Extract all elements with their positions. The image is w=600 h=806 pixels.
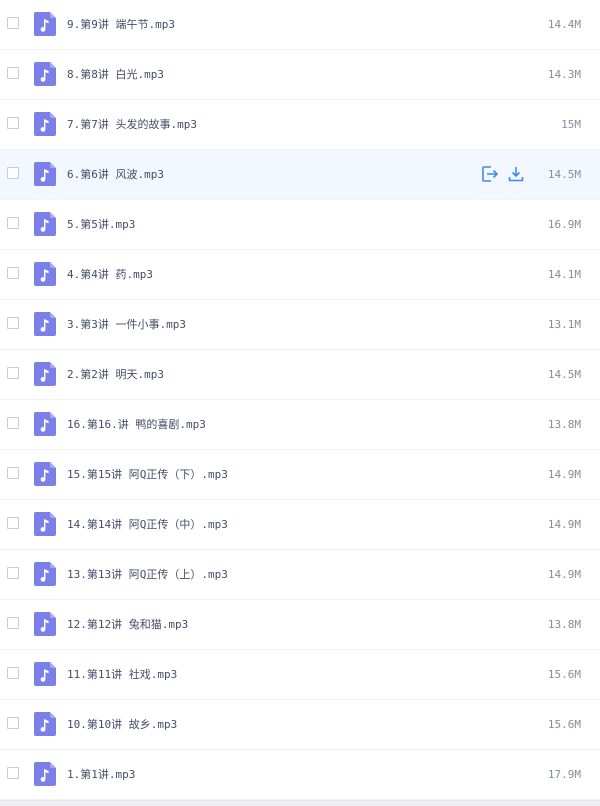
file-row[interactable]: 15.第15讲 阿Q正传（下）.mp3 14.9M	[0, 450, 600, 500]
row-checkbox[interactable]	[7, 117, 19, 129]
file-list: 9.第9讲 端午节.mp3 14.4M 8.第8讲 白光.mp3 14.3M 7.第7讲…	[0, 0, 600, 800]
file-size: 14.9M	[547, 568, 581, 581]
file-name[interactable]: 3.第3讲 一件小事.mp3	[67, 300, 186, 349]
file-row[interactable]: 5.第5讲.mp3 16.9M	[0, 200, 600, 250]
file-size: 13.1M	[547, 318, 581, 331]
music-file-icon	[34, 162, 56, 186]
file-row[interactable]: 8.第8讲 白光.mp3 14.3M	[0, 50, 600, 100]
music-file-icon	[34, 562, 56, 586]
file-size: 15M	[561, 118, 581, 131]
file-name[interactable]: 12.第12讲 兔和猫.mp3	[67, 600, 188, 649]
file-size: 14.4M	[547, 18, 581, 31]
file-name[interactable]: 8.第8讲 白光.mp3	[67, 50, 164, 99]
file-name[interactable]: 11.第11讲 社戏.mp3	[67, 650, 177, 699]
music-file-icon	[34, 662, 56, 686]
file-row[interactable]: 9.第9讲 端午节.mp3 14.4M	[0, 0, 600, 50]
file-name[interactable]: 10.第10讲 故乡.mp3	[67, 700, 177, 749]
row-checkbox[interactable]	[7, 367, 19, 379]
file-size: 14.1M	[547, 268, 581, 281]
file-name[interactable]: 6.第6讲 风波.mp3	[67, 150, 164, 199]
music-file-icon	[34, 312, 56, 336]
file-name[interactable]: 9.第9讲 端午节.mp3	[67, 0, 175, 49]
music-file-icon	[34, 462, 56, 486]
row-checkbox[interactable]	[7, 217, 19, 229]
row-checkbox[interactable]	[7, 767, 19, 779]
bottom-scroll-bar[interactable]	[0, 800, 600, 806]
file-name[interactable]: 2.第2讲 明天.mp3	[67, 350, 164, 399]
row-checkbox[interactable]	[7, 167, 19, 179]
file-size: 14.9M	[547, 518, 581, 531]
music-file-icon	[34, 212, 56, 236]
file-name[interactable]: 15.第15讲 阿Q正传（下）.mp3	[67, 450, 228, 499]
music-file-icon	[34, 512, 56, 536]
row-checkbox[interactable]	[7, 267, 19, 279]
share-icon[interactable]	[481, 165, 499, 183]
file-row[interactable]: 1.第1讲.mp3 17.9M	[0, 750, 600, 800]
file-size: 17.9M	[547, 768, 581, 781]
file-row[interactable]: 7.第7讲 头发的故事.mp3 15M	[0, 100, 600, 150]
music-file-icon	[34, 62, 56, 86]
file-name[interactable]: 16.第16.讲 鸭的喜剧.mp3	[67, 400, 206, 449]
row-checkbox[interactable]	[7, 417, 19, 429]
file-size: 13.8M	[547, 618, 581, 631]
file-size: 14.3M	[547, 68, 581, 81]
file-size: 15.6M	[547, 718, 581, 731]
music-file-icon	[34, 612, 56, 636]
row-checkbox[interactable]	[7, 67, 19, 79]
file-row[interactable]: 11.第11讲 社戏.mp3 15.6M	[0, 650, 600, 700]
file-name[interactable]: 13.第13讲 阿Q正传（上）.mp3	[67, 550, 228, 599]
file-name[interactable]: 7.第7讲 头发的故事.mp3	[67, 100, 197, 149]
file-row[interactable]: 6.第6讲 风波.mp3 14.5M	[0, 150, 600, 200]
file-row[interactable]: 2.第2讲 明天.mp3 14.5M	[0, 350, 600, 400]
music-file-icon	[34, 712, 56, 736]
file-row[interactable]: 4.第4讲 药.mp3 14.1M	[0, 250, 600, 300]
file-row[interactable]: 16.第16.讲 鸭的喜剧.mp3 13.8M	[0, 400, 600, 450]
row-checkbox[interactable]	[7, 667, 19, 679]
music-file-icon	[34, 762, 56, 786]
file-size: 16.9M	[547, 218, 581, 231]
file-name[interactable]: 14.第14讲 阿Q正传（中）.mp3	[67, 500, 228, 549]
file-size: 15.6M	[547, 668, 581, 681]
music-file-icon	[34, 262, 56, 286]
music-file-icon	[34, 362, 56, 386]
row-checkbox[interactable]	[7, 517, 19, 529]
row-checkbox[interactable]	[7, 317, 19, 329]
music-file-icon	[34, 12, 56, 36]
file-name[interactable]: 5.第5讲.mp3	[67, 200, 135, 249]
file-size: 14.5M	[547, 368, 581, 381]
file-name[interactable]: 4.第4讲 药.mp3	[67, 250, 153, 299]
row-checkbox[interactable]	[7, 617, 19, 629]
file-row[interactable]: 3.第3讲 一件小事.mp3 13.1M	[0, 300, 600, 350]
file-row[interactable]: 12.第12讲 兔和猫.mp3 13.8M	[0, 600, 600, 650]
download-icon[interactable]	[507, 165, 525, 183]
row-checkbox[interactable]	[7, 17, 19, 29]
music-file-icon	[34, 112, 56, 136]
file-size: 14.9M	[547, 468, 581, 481]
row-checkbox[interactable]	[7, 717, 19, 729]
file-name[interactable]: 1.第1讲.mp3	[67, 750, 135, 799]
file-row[interactable]: 10.第10讲 故乡.mp3 15.6M	[0, 700, 600, 750]
row-actions	[481, 165, 525, 185]
file-row[interactable]: 13.第13讲 阿Q正传（上）.mp3 14.9M	[0, 550, 600, 600]
file-size: 14.5M	[547, 168, 581, 181]
row-checkbox[interactable]	[7, 467, 19, 479]
row-checkbox[interactable]	[7, 567, 19, 579]
file-size: 13.8M	[547, 418, 581, 431]
music-file-icon	[34, 412, 56, 436]
file-row[interactable]: 14.第14讲 阿Q正传（中）.mp3 14.9M	[0, 500, 600, 550]
